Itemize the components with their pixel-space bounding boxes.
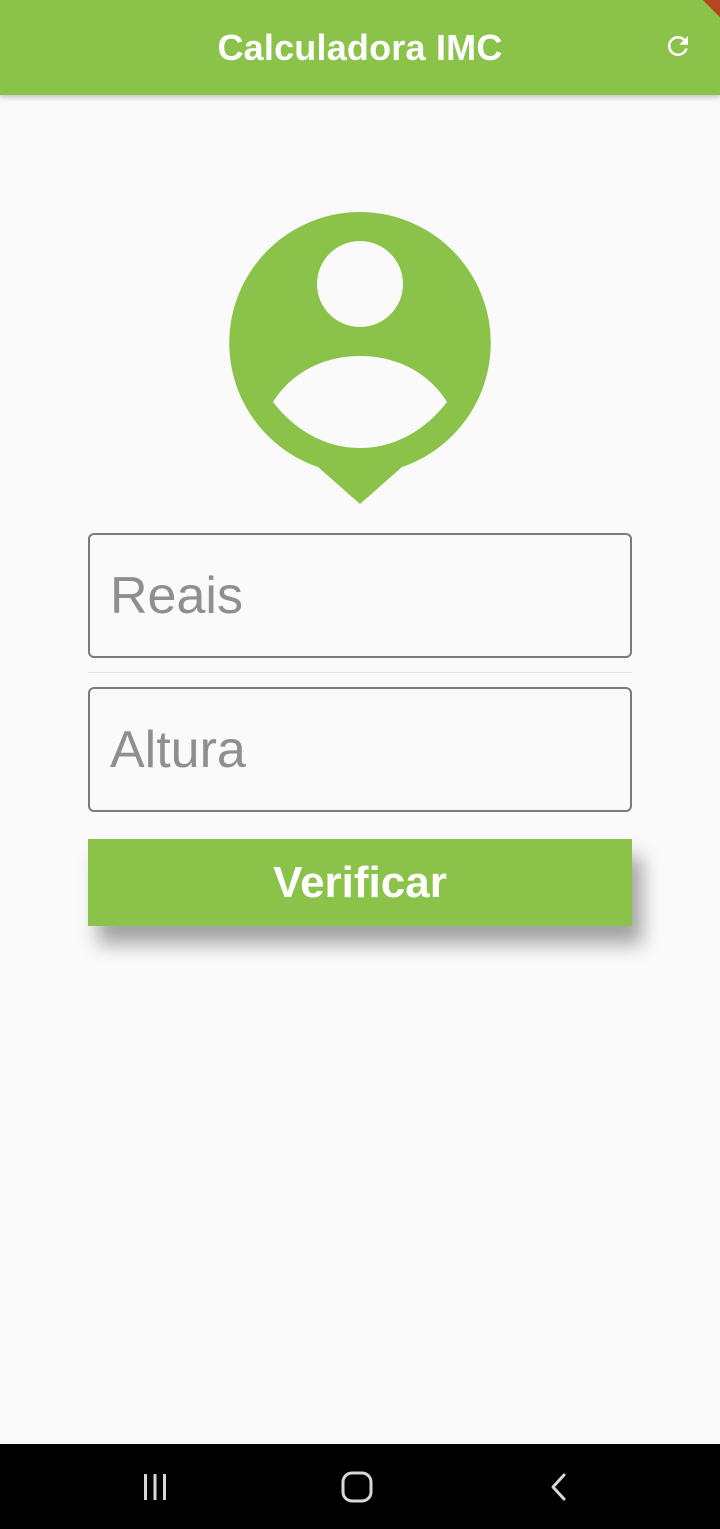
divider (88, 672, 632, 673)
home-button[interactable] (332, 1462, 382, 1512)
verify-button[interactable]: Verificar (88, 839, 632, 926)
system-nav-bar (0, 1444, 720, 1529)
debug-banner (680, 0, 720, 40)
person-pin-icon (229, 212, 491, 504)
height-field[interactable] (88, 687, 632, 812)
back-button[interactable] (534, 1462, 584, 1512)
weight-field[interactable] (88, 533, 632, 658)
home-icon (341, 1471, 373, 1503)
weight-input[interactable] (110, 565, 630, 626)
height-input[interactable] (110, 719, 630, 780)
recents-button[interactable] (130, 1462, 180, 1512)
app-bar: Calculadora IMC (0, 0, 720, 95)
recents-icon (144, 1474, 166, 1500)
back-icon (551, 1473, 566, 1501)
page-title: Calculadora IMC (217, 26, 503, 68)
